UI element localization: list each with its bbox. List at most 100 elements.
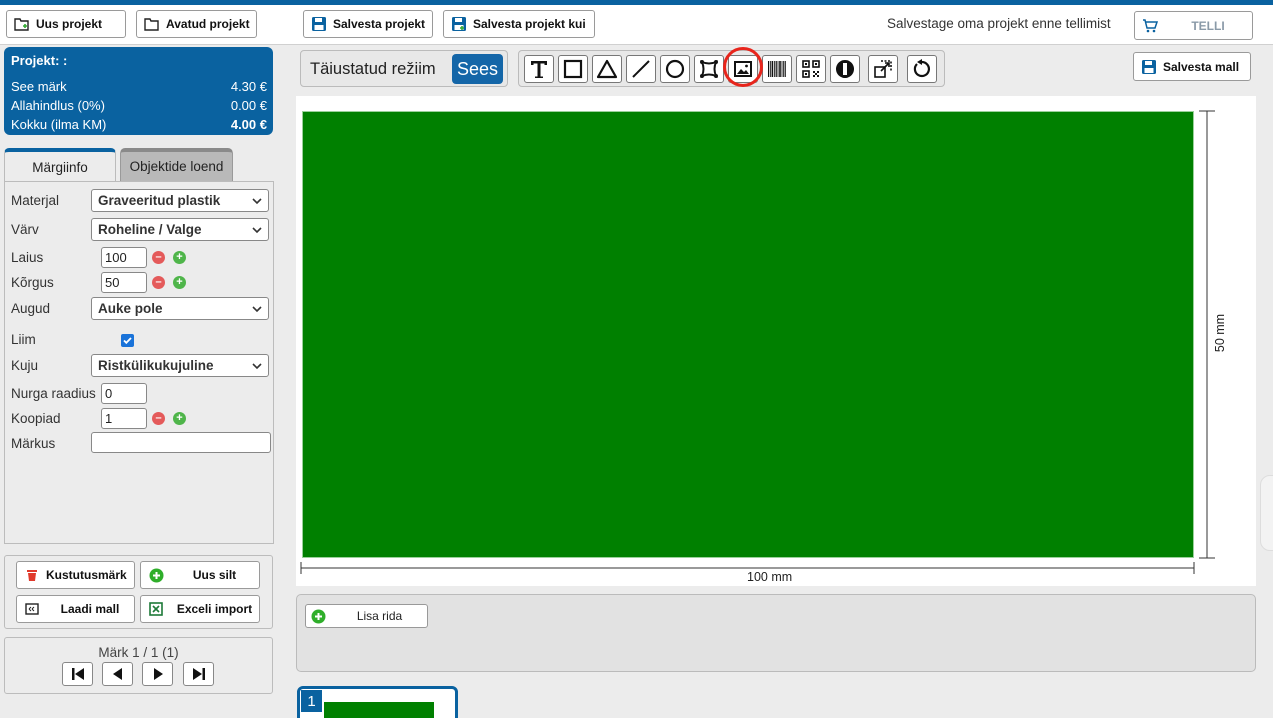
- new-folder-icon: [14, 16, 30, 32]
- previous-sign-button[interactable]: [102, 662, 133, 686]
- glue-checkbox[interactable]: [121, 334, 134, 347]
- chevron-down-icon: [252, 363, 262, 370]
- last-sign-button[interactable]: [183, 662, 214, 686]
- tab-object-list-label: Objektide loend: [129, 159, 224, 174]
- add-row-label: Lisa rida: [356, 609, 403, 623]
- advanced-mode-toggle: Täiustatud režiim Sees: [300, 50, 508, 87]
- project-title: Projekt: :: [11, 53, 68, 68]
- sign-thumbnail[interactable]: 1: [297, 686, 458, 718]
- line-icon: [632, 60, 650, 78]
- height-value: 50: [105, 275, 120, 290]
- note-label: Märkus: [11, 436, 56, 451]
- skip-first-icon: [71, 668, 84, 680]
- custom-shape-icon: [700, 60, 718, 78]
- glue-label: Liim: [11, 332, 36, 347]
- material-select[interactable]: Graveeritud plastik: [91, 189, 269, 212]
- template-icon: [24, 601, 40, 617]
- first-sign-button[interactable]: [62, 662, 93, 686]
- height-input[interactable]: 50: [101, 272, 147, 293]
- resize-icon: [874, 60, 892, 78]
- clipart-tool-button[interactable]: [830, 55, 860, 83]
- cart-icon: [1142, 18, 1158, 34]
- sign-info-panel: Materjal Graveeritud plastik Värv Roheli…: [4, 181, 274, 544]
- reset-tool-button[interactable]: [907, 55, 937, 83]
- height-dimension-label: 50 mm: [1213, 313, 1227, 353]
- corner-radius-label: Nurga raadius: [11, 386, 96, 401]
- text-tool-button[interactable]: [524, 55, 554, 83]
- plus-circle-icon: [311, 609, 326, 624]
- width-value: 100: [105, 250, 127, 265]
- discount-value: 0.00 €: [230, 98, 267, 113]
- rotate-icon: [913, 59, 930, 78]
- side-panel-handle[interactable]: [1260, 475, 1273, 551]
- price-row-discount: Allahindlus (0%) 0.00 €: [11, 98, 267, 113]
- barcode-tool-button[interactable]: [762, 55, 792, 83]
- thumbnail-number: 1: [301, 690, 322, 712]
- copies-input[interactable]: 1: [101, 408, 147, 429]
- width-decrease-icon[interactable]: –: [152, 251, 165, 264]
- triangle-tool-button[interactable]: [592, 55, 622, 83]
- resize-tool-button[interactable]: [868, 55, 898, 83]
- color-select[interactable]: Roheline / Valge: [91, 218, 269, 241]
- new-label-button[interactable]: Uus silt: [140, 561, 260, 589]
- new-project-button[interactable]: Uus projekt: [6, 10, 126, 38]
- floppy-disk-icon: [1141, 59, 1157, 75]
- add-row-button[interactable]: Lisa rida: [305, 604, 428, 628]
- height-label: Kõrgus: [11, 275, 54, 290]
- sign-navigation: Märk 1 / 1 (1): [4, 637, 273, 694]
- advanced-mode-on-button[interactable]: Sees: [452, 54, 503, 84]
- circle-tool-button[interactable]: [660, 55, 690, 83]
- price-value: 4.30 €: [230, 79, 267, 94]
- shape-label: Kuju: [11, 358, 39, 373]
- project-summary: Projekt: : See märk 4.30 € Allahindlus (…: [4, 47, 273, 135]
- height-increase-icon[interactable]: +: [173, 276, 186, 289]
- holes-select[interactable]: Auke pole: [91, 297, 269, 320]
- width-input[interactable]: 100: [101, 247, 147, 268]
- save-template-button[interactable]: Salvesta mall: [1133, 52, 1251, 81]
- next-sign-button[interactable]: [142, 662, 173, 686]
- excel-import-button[interactable]: Exceli import: [140, 595, 260, 623]
- copies-value: 1: [105, 411, 113, 426]
- tab-object-list[interactable]: Objektide loend: [120, 148, 233, 182]
- save-project-as-button[interactable]: Salvesta projekt kui: [443, 10, 595, 38]
- price-label: See märk: [11, 79, 67, 94]
- checkmark-icon: [123, 337, 132, 345]
- save-project-as-label: Salvesta projekt kui: [473, 17, 586, 31]
- material-value: Graveeritud plastik: [98, 193, 221, 208]
- chevron-down-icon: [252, 198, 262, 205]
- total-value: 4.00 €: [230, 117, 267, 132]
- copies-increase-icon[interactable]: +: [173, 412, 186, 425]
- chevron-down-icon: [252, 227, 262, 234]
- width-dimension-label: 100 mm: [747, 570, 793, 584]
- price-row-total: Kokku (ilma KM) 4.00 €: [11, 117, 267, 132]
- width-increase-icon[interactable]: +: [173, 251, 186, 264]
- open-project-button[interactable]: Avatud projekt: [136, 10, 257, 38]
- sidebar-tabs: Märgiinfo Objektide loend: [4, 148, 274, 182]
- load-template-button[interactable]: Laadi mall: [16, 595, 135, 623]
- thumbnail-preview: [324, 702, 434, 718]
- holes-value: Auke pole: [98, 301, 163, 316]
- note-input[interactable]: [91, 432, 271, 453]
- shape-tool-button[interactable]: [694, 55, 724, 83]
- order-button[interactable]: TELLI: [1134, 11, 1253, 40]
- rectangle-tool-button[interactable]: [558, 55, 588, 83]
- new-label-label: Uus silt: [192, 568, 237, 582]
- copies-decrease-icon[interactable]: –: [152, 412, 165, 425]
- qr-code-tool-button[interactable]: [796, 55, 826, 83]
- line-tool-button[interactable]: [626, 55, 656, 83]
- shape-select[interactable]: Ristkülikukujuline: [91, 354, 269, 377]
- floppy-disk-plus-icon: [451, 16, 467, 32]
- top-bar: Uus projekt Avatud projekt Salvesta proj…: [0, 5, 1273, 45]
- qr-code-icon: [802, 60, 820, 78]
- tab-sign-info[interactable]: Märgiinfo: [4, 148, 116, 182]
- delete-sign-button[interactable]: Kustutusmärk: [16, 561, 135, 589]
- square-icon: [563, 59, 583, 79]
- corner-radius-input[interactable]: 0: [101, 383, 147, 404]
- shape-value: Ristkülikukujuline: [98, 358, 214, 373]
- triangle-left-icon: [112, 668, 122, 680]
- material-label: Materjal: [11, 193, 60, 208]
- save-project-button[interactable]: Salvesta projekt: [303, 10, 433, 38]
- image-tool-highlight-ring: [723, 47, 763, 87]
- excel-import-label: Exceli import: [176, 602, 253, 616]
- height-decrease-icon[interactable]: –: [152, 276, 165, 289]
